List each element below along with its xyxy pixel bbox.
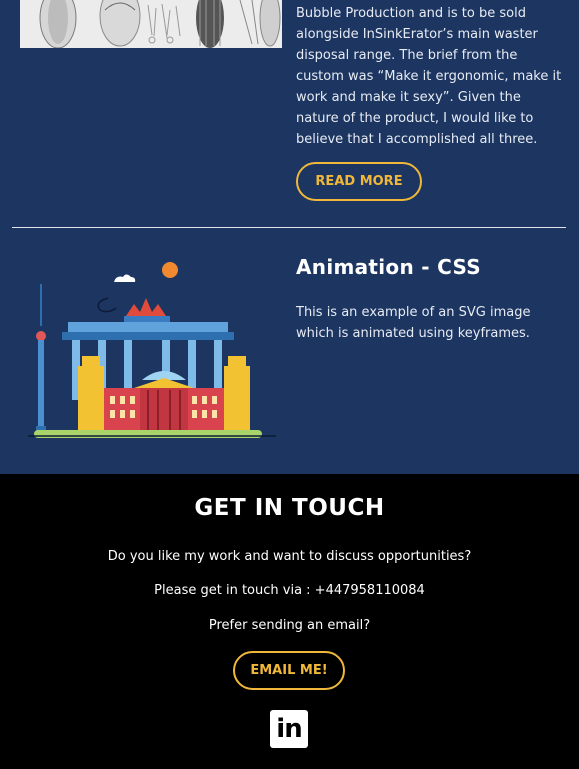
contact-line-opportunities: Do you like my work and want to discuss … <box>107 549 472 564</box>
linkedin-icon[interactable]: in <box>270 710 308 748</box>
contact-line-email-prompt: Prefer sending an email? <box>208 618 371 633</box>
section-divider <box>12 227 566 228</box>
project-title: Animation - CSS <box>296 255 481 279</box>
portfolio-section: Bubble Production and is to be sold alon… <box>0 0 579 474</box>
contact-line-phone[interactable]: Please get in touch via : +447958110084 <box>0 583 579 598</box>
contact-section: GET IN TOUCH Do you like my work and wan… <box>0 474 579 769</box>
city-illustration-svg <box>28 262 276 438</box>
brandenburg-gate-city-illustration[interactable] <box>28 256 276 448</box>
sketch-drawing <box>20 0 282 48</box>
project-description-animation: This is an example of an SVG image which… <box>296 305 531 341</box>
contact-title: GET IN TOUCH <box>194 495 385 521</box>
product-sketch-image[interactable] <box>20 0 282 48</box>
project-description: Bubble Production and is to be sold alon… <box>296 6 562 147</box>
email-me-button[interactable]: EMAIL ME! <box>233 651 345 690</box>
read-more-button[interactable]: READ MORE <box>296 162 422 201</box>
